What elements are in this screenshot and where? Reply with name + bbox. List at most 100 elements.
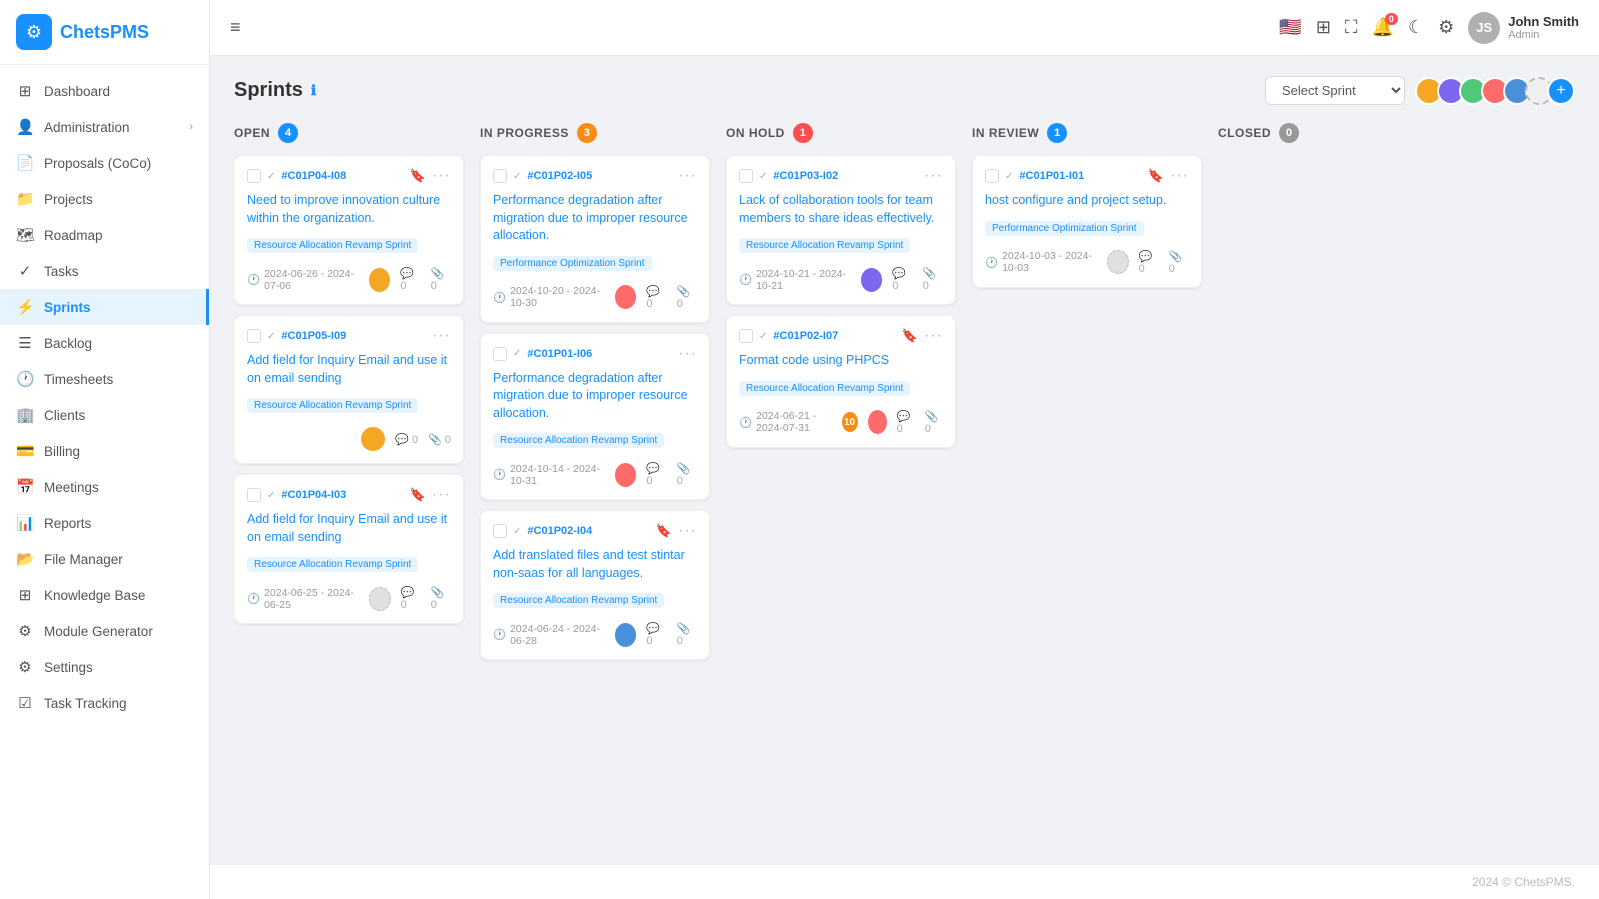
info-icon[interactable]: ℹ: [311, 82, 316, 99]
card-checkbox[interactable]: [247, 169, 261, 183]
darkmode-icon[interactable]: ☾: [1408, 17, 1424, 38]
kanban-board: OPEN 4 ✓ #C01P04-I08 🔖 ··· Need to impro…: [234, 123, 1575, 723]
card-tag[interactable]: Resource Allocation Revamp Sprint: [493, 433, 664, 448]
backlog-icon: ☰: [16, 334, 34, 352]
sidebar-item-backlog[interactable]: ☰ Backlog: [0, 325, 209, 361]
card-checkbox[interactable]: [247, 488, 261, 502]
sidebar-label-timesheets: Timesheets: [44, 372, 113, 387]
sidebar-item-meetings[interactable]: 📅 Meetings: [0, 469, 209, 505]
add-member-button[interactable]: +: [1547, 77, 1575, 105]
card-title[interactable]: Performance degradation after migration …: [493, 192, 697, 245]
card-tag[interactable]: Performance Optimization Sprint: [985, 221, 1144, 236]
card-title[interactable]: Performance degradation after migration …: [493, 370, 697, 423]
card-title[interactable]: Format code using PHPCS: [739, 352, 943, 370]
sidebar-item-sprints[interactable]: ⚡ Sprints: [0, 289, 209, 325]
sidebar-item-reports[interactable]: 📊 Reports: [0, 505, 209, 541]
card-checkbox[interactable]: [985, 169, 999, 183]
topbar: ≡ 🇺🇸 ⊞ ⛶ 🔔 0 ☾ ⚙ JS John Smith Admin: [210, 0, 1599, 56]
card-top: ✓ #C01P02-I05 ···: [493, 168, 697, 184]
dashboard-icon: ⊞: [16, 82, 34, 100]
notification-icon[interactable]: 🔔 0: [1372, 17, 1394, 38]
sidebar-item-file-manager[interactable]: 📂 File Manager: [0, 541, 209, 577]
card-title[interactable]: Lack of collaboration tools for team mem…: [739, 192, 943, 227]
card-id: #C01P02-I07: [773, 330, 895, 342]
col-badge-in-progress: 3: [577, 123, 597, 143]
sidebar-label-administration: Administration: [44, 120, 130, 135]
card-checkbox[interactable]: [739, 169, 753, 183]
meetings-icon: 📅: [16, 478, 34, 496]
user-area[interactable]: JS John Smith Admin: [1468, 12, 1579, 44]
card-attachments: 📎 0: [431, 586, 451, 611]
sidebar-item-timesheets[interactable]: 🕐 Timesheets: [0, 361, 209, 397]
more-options-icon[interactable]: ···: [432, 168, 451, 184]
sidebar-item-tasks[interactable]: ✓ Tasks: [0, 253, 209, 289]
settings-gear-icon[interactable]: ⚙: [1438, 17, 1454, 38]
card-checkbox[interactable]: [493, 347, 507, 361]
bookmark-icon[interactable]: 🔖: [656, 523, 672, 539]
bookmark-icon[interactable]: 🔖: [410, 168, 426, 184]
card-bottom: 🕐2024-06-26 - 2024-07-06 💬 0 📎 0: [247, 267, 451, 292]
sidebar-item-billing[interactable]: 💳 Billing: [0, 433, 209, 469]
menu-icon[interactable]: ≡: [230, 17, 241, 38]
sidebar-label-tasks: Tasks: [44, 264, 79, 279]
sidebar-item-knowledge-base[interactable]: ⊞ Knowledge Base: [0, 577, 209, 613]
more-options-icon[interactable]: ···: [678, 168, 697, 184]
card-checkbox[interactable]: [739, 329, 753, 343]
logo-area[interactable]: ⚙ ChetsPMS: [0, 0, 209, 65]
card-tag[interactable]: Resource Allocation Revamp Sprint: [247, 398, 418, 413]
card-checkbox[interactable]: [247, 329, 261, 343]
sidebar-label-proposals: Proposals (CoCo): [44, 156, 151, 171]
more-options-icon[interactable]: ···: [432, 487, 451, 503]
card-tag[interactable]: Resource Allocation Revamp Sprint: [739, 381, 910, 396]
sidebar-item-dashboard[interactable]: ⊞ Dashboard: [0, 73, 209, 109]
more-options-icon[interactable]: ···: [678, 346, 697, 362]
card-avatar: [615, 285, 636, 309]
card-title[interactable]: Add field for Inquiry Email and use it o…: [247, 511, 451, 546]
card-attachments: 📎 0: [677, 622, 697, 647]
card-attachments: 📎 0: [925, 410, 943, 435]
card-tag[interactable]: Resource Allocation Revamp Sprint: [739, 238, 910, 253]
card-title[interactable]: Need to improve innovation culture withi…: [247, 192, 451, 227]
sidebar-item-settings[interactable]: ⚙ Settings: [0, 649, 209, 685]
bookmark-icon[interactable]: 🔖: [1148, 168, 1164, 184]
sidebar-item-proposals[interactable]: 📄 Proposals (CoCo): [0, 145, 209, 181]
card-tag[interactable]: Resource Allocation Revamp Sprint: [493, 593, 664, 608]
sprint-select[interactable]: Select Sprint: [1265, 76, 1405, 105]
fullscreen-icon[interactable]: ⛶: [1345, 17, 1358, 38]
main-area: ≡ 🇺🇸 ⊞ ⛶ 🔔 0 ☾ ⚙ JS John Smith Admin: [210, 0, 1599, 899]
card-top: ✓ #C01P01-I06 ···: [493, 346, 697, 362]
sidebar-item-administration[interactable]: 👤 Administration ›: [0, 109, 209, 145]
card-tag[interactable]: Resource Allocation Revamp Sprint: [247, 238, 418, 253]
card-title[interactable]: host configure and project setup.: [985, 192, 1189, 210]
card-date: 🕐2024-06-25 - 2024-06-25: [247, 587, 369, 611]
sidebar-item-clients[interactable]: 🏢 Clients: [0, 397, 209, 433]
card-title[interactable]: Add translated files and test stintar no…: [493, 547, 697, 582]
more-options-icon[interactable]: ···: [432, 328, 451, 344]
flag-icon[interactable]: 🇺🇸: [1279, 17, 1301, 38]
more-options-icon[interactable]: ···: [924, 328, 943, 344]
grid-icon[interactable]: ⊞: [1316, 17, 1331, 38]
card-tag[interactable]: Resource Allocation Revamp Sprint: [247, 557, 418, 572]
sidebar-item-module-generator[interactable]: ⚙ Module Generator: [0, 613, 209, 649]
kanban-col-closed: CLOSED 0: [1218, 123, 1448, 711]
card-meta: 💬 0 📎 0: [361, 427, 451, 451]
card-checkbox[interactable]: [493, 169, 507, 183]
kanban-col-in-progress: IN PROGRESS 3 ✓ #C01P02-I05 ··· Performa…: [480, 123, 710, 711]
card-title[interactable]: Add field for Inquiry Email and use it o…: [247, 352, 451, 387]
more-options-icon[interactable]: ···: [678, 523, 697, 539]
kanban-col-in-review: IN REVIEW 1 ✓ #C01P01-I01 🔖 ··· host con…: [972, 123, 1202, 711]
clients-icon: 🏢: [16, 406, 34, 424]
card-checkbox[interactable]: [493, 524, 507, 538]
more-options-icon[interactable]: ···: [924, 168, 943, 184]
col-title-open: OPEN: [234, 126, 270, 140]
sidebar-item-roadmap[interactable]: 🗺 Roadmap: [0, 217, 209, 253]
card-tag[interactable]: Performance Optimization Sprint: [493, 256, 652, 271]
bookmark-icon[interactable]: 🔖: [410, 487, 426, 503]
avatars-group: +: [1415, 77, 1575, 105]
sidebar-item-projects[interactable]: 📁 Projects: [0, 181, 209, 217]
more-options-icon[interactable]: ···: [1170, 168, 1189, 184]
bookmark-icon[interactable]: 🔖: [902, 328, 918, 344]
module-generator-icon: ⚙: [16, 622, 34, 640]
card-chevron-icon: ✓: [267, 331, 275, 342]
sidebar-item-task-tracking[interactable]: ☑ Task Tracking: [0, 685, 209, 721]
